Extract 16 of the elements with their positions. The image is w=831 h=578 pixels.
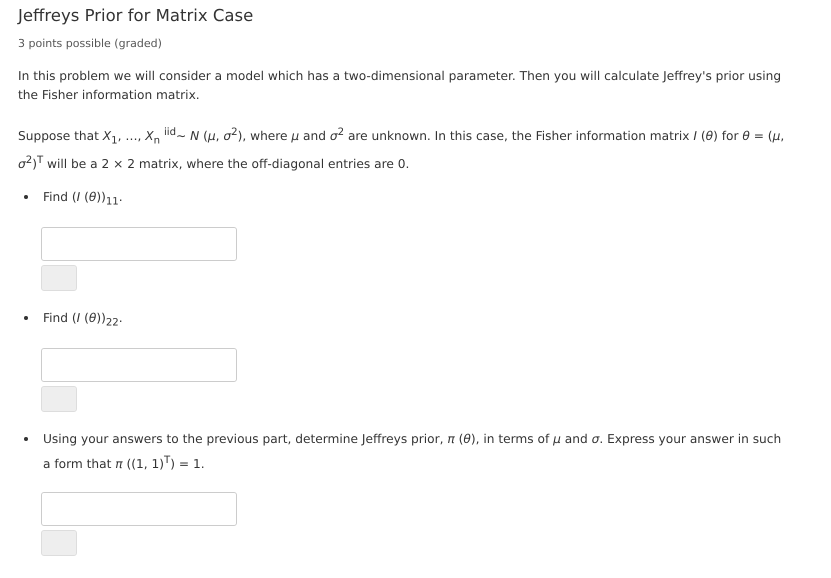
problem-statement: Suppose that X$_{1}$, …, X$_{n}$ $^{iid}$∼ N (μ, σ$^{2}$), where μ and σ$^{2}$ are unknown. In this case, the Fisher information matrix I (θ) for θ = (μ, σ$^{2}$)$^{T}$ will be a 2 × 2 matrix, where the off-diagonal entries are 0. — [18, 126, 786, 173]
question-text: Using your answers to the previous part, determine Jeffreys prior, π (θ), in terms of μ and σ. Express your answer in such a form that π ((1, 1)$^{T}$) = 1. — [43, 431, 782, 474]
intro-paragraph: In this problem we will consider a model which has a two-dimensional parameter. Then you will calculate Jeffrey's prior using the Fisher information matrix. — [18, 68, 782, 104]
question-text: Find (I (θ))$_{11}$. — [43, 188, 123, 209]
points-text: 3 points possible (graded) — [18, 37, 163, 50]
submit-button[interactable] — [41, 386, 77, 412]
problem-title: Jeffreys Prior for Matrix Case — [18, 6, 254, 25]
submit-button[interactable] — [41, 265, 77, 291]
question-text: Find (I (θ))$_{22}$. — [43, 310, 123, 330]
bullet-icon — [24, 194, 28, 199]
answer-field[interactable] — [41, 227, 237, 261]
answer-field[interactable] — [41, 348, 237, 382]
bullet-icon — [24, 437, 28, 442]
answer-field[interactable] — [41, 492, 237, 526]
submit-button[interactable] — [41, 530, 77, 556]
bullet-icon — [24, 316, 28, 320]
